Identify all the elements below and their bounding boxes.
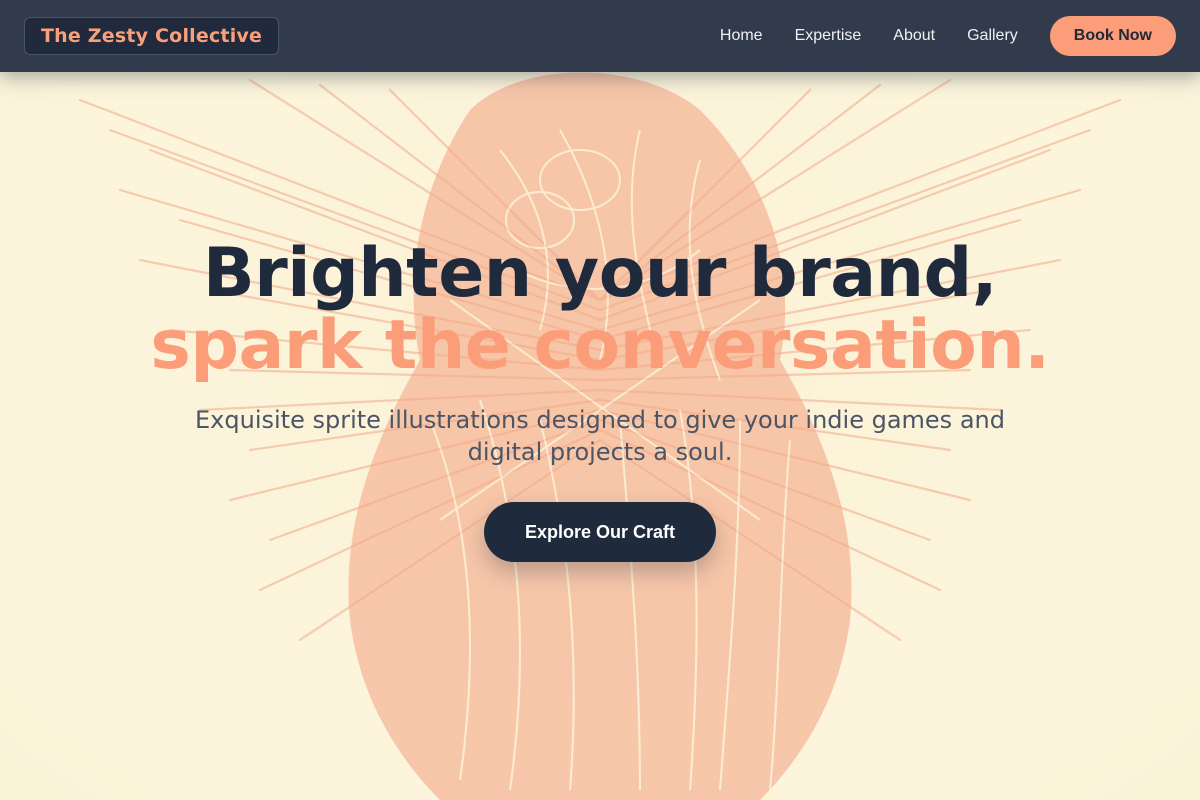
- nav-link-home[interactable]: Home: [720, 27, 763, 45]
- brand-logo[interactable]: The Zesty Collective: [24, 17, 280, 55]
- book-now-button[interactable]: Book Now: [1049, 16, 1176, 56]
- hero-subtitle: Exquisite sprite illustrations designed …: [195, 406, 1005, 466]
- navbar: The Zesty Collective Home Expertise Abou…: [0, 0, 1200, 72]
- hero-section: Brighten your brand, spark the conversat…: [0, 72, 1200, 800]
- nav-menu: Home Expertise About Gallery Book Now: [720, 16, 1176, 56]
- nav-link-gallery[interactable]: Gallery: [967, 27, 1018, 45]
- hero-headline: Brighten your brand, spark the conversat…: [0, 238, 1200, 382]
- explore-craft-button[interactable]: Explore Our Craft: [484, 502, 716, 562]
- headline-line-2: spark the conversation.: [150, 306, 1050, 385]
- nav-link-about[interactable]: About: [893, 27, 935, 45]
- nav-link-expertise[interactable]: Expertise: [795, 27, 862, 45]
- headline-line-1: Brighten your brand,: [202, 234, 998, 313]
